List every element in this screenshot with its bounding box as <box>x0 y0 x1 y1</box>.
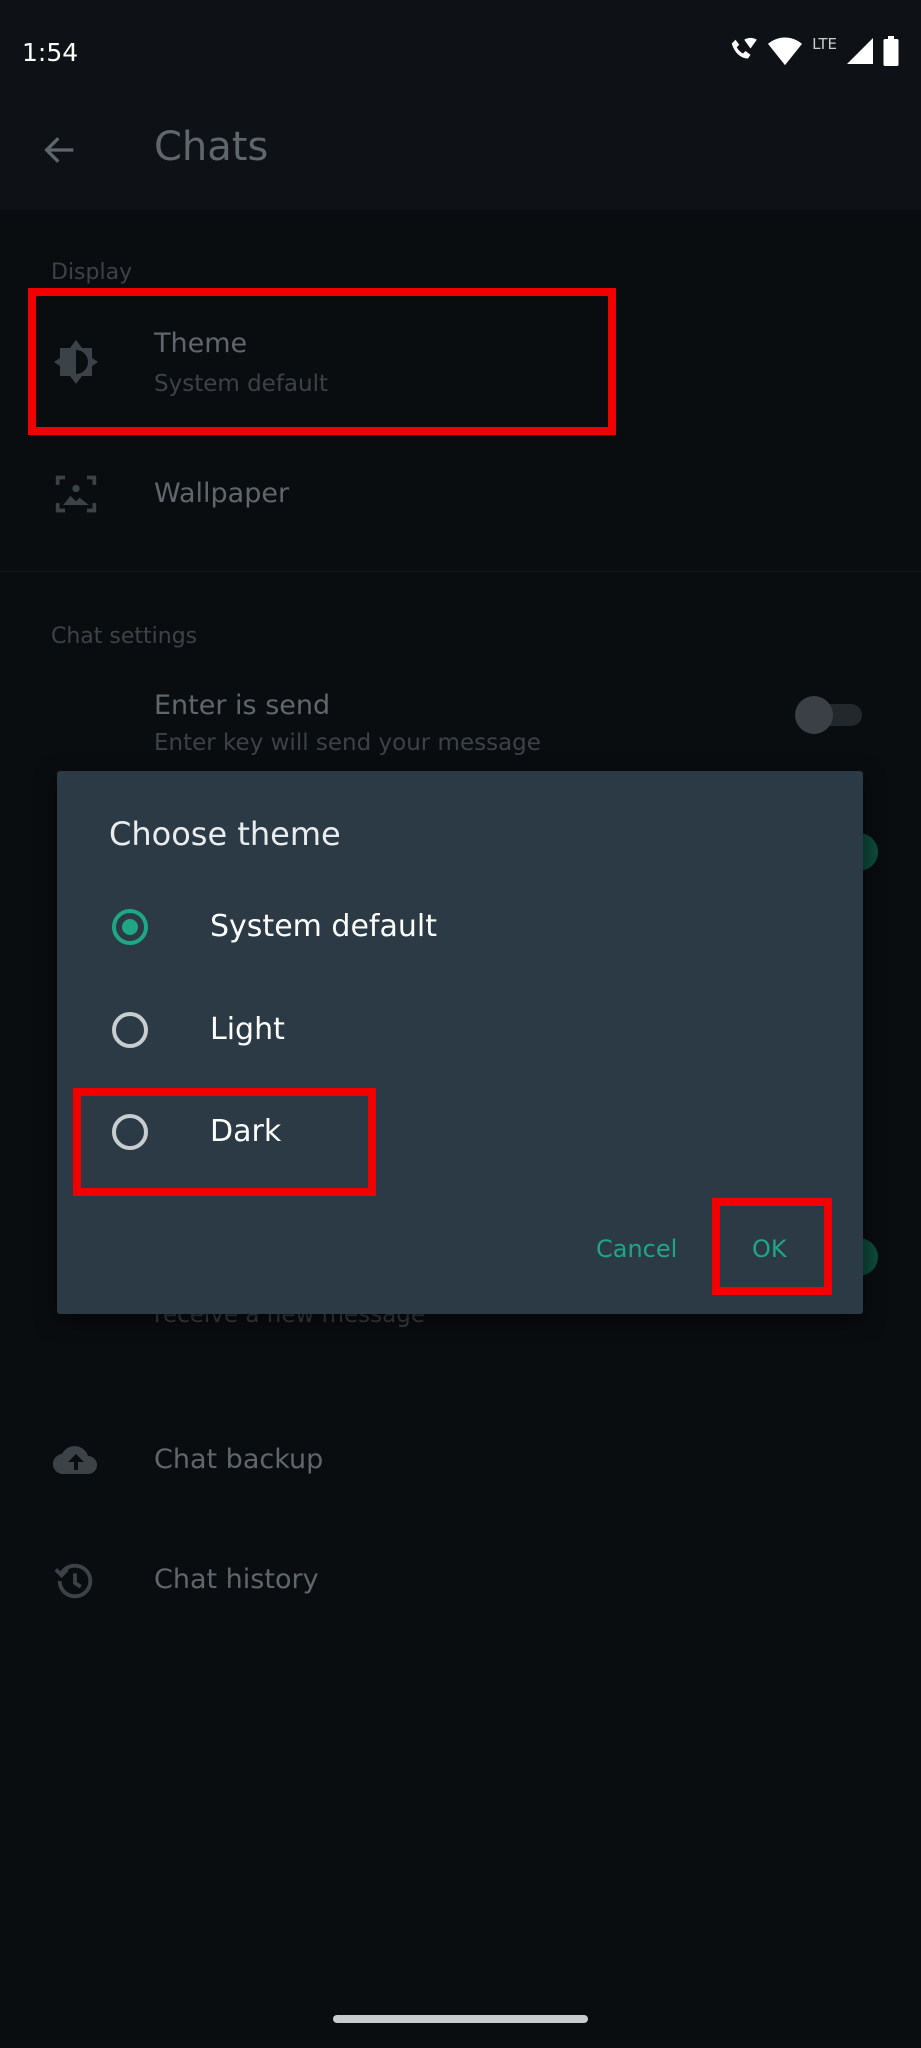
option-light[interactable]: Light <box>57 980 863 1080</box>
chat-history-title: Chat history <box>154 1564 319 1595</box>
section-display: Display <box>51 260 133 285</box>
page-title: Chats <box>154 124 269 170</box>
wallpaper-setting[interactable]: Wallpaper <box>0 445 921 545</box>
history-icon <box>54 1563 93 1599</box>
chat-backup-title: Chat backup <box>154 1444 324 1475</box>
option-system-default[interactable]: System default <box>57 877 863 977</box>
section-chat-settings: Chat settings <box>51 624 198 649</box>
status-time: 1:54 <box>22 38 79 67</box>
option-label: Light <box>210 1012 285 1047</box>
wifi-icon <box>768 37 803 66</box>
enter-is-send-title: Enter is send <box>154 690 331 721</box>
chat-history-setting[interactable]: Chat history <box>0 1530 921 1630</box>
battery-icon <box>883 36 899 66</box>
chat-backup-setting[interactable]: Chat backup <box>0 1410 921 1510</box>
signal-icon <box>847 38 873 64</box>
highlight-box-theme <box>28 288 616 435</box>
network-type: LTE <box>812 35 837 53</box>
navigation-handle[interactable] <box>333 2015 588 2023</box>
divider <box>0 571 921 572</box>
enter-is-send-subtitle: Enter key will send your message <box>154 730 541 756</box>
radio-unselected[interactable] <box>112 1012 148 1048</box>
cloud-upload-icon <box>52 1446 97 1475</box>
option-label: System default <box>210 909 437 944</box>
radio-selected[interactable] <box>112 909 148 945</box>
highlight-box-ok <box>712 1198 832 1295</box>
cancel-button[interactable]: Cancel <box>596 1235 677 1263</box>
highlight-box-dark <box>73 1088 376 1196</box>
dialog-title: Choose theme <box>109 815 341 853</box>
enter-is-send-setting[interactable]: Enter is send Enter key will send your m… <box>0 680 921 770</box>
status-icons: LTE <box>728 35 899 66</box>
arrow-left-icon[interactable] <box>40 130 80 170</box>
app-bar <box>0 0 921 210</box>
wifi-call-icon <box>731 37 757 59</box>
wallpaper-title: Wallpaper <box>154 478 290 509</box>
wallpaper-icon <box>55 475 97 513</box>
toggle-thumb <box>795 696 833 734</box>
